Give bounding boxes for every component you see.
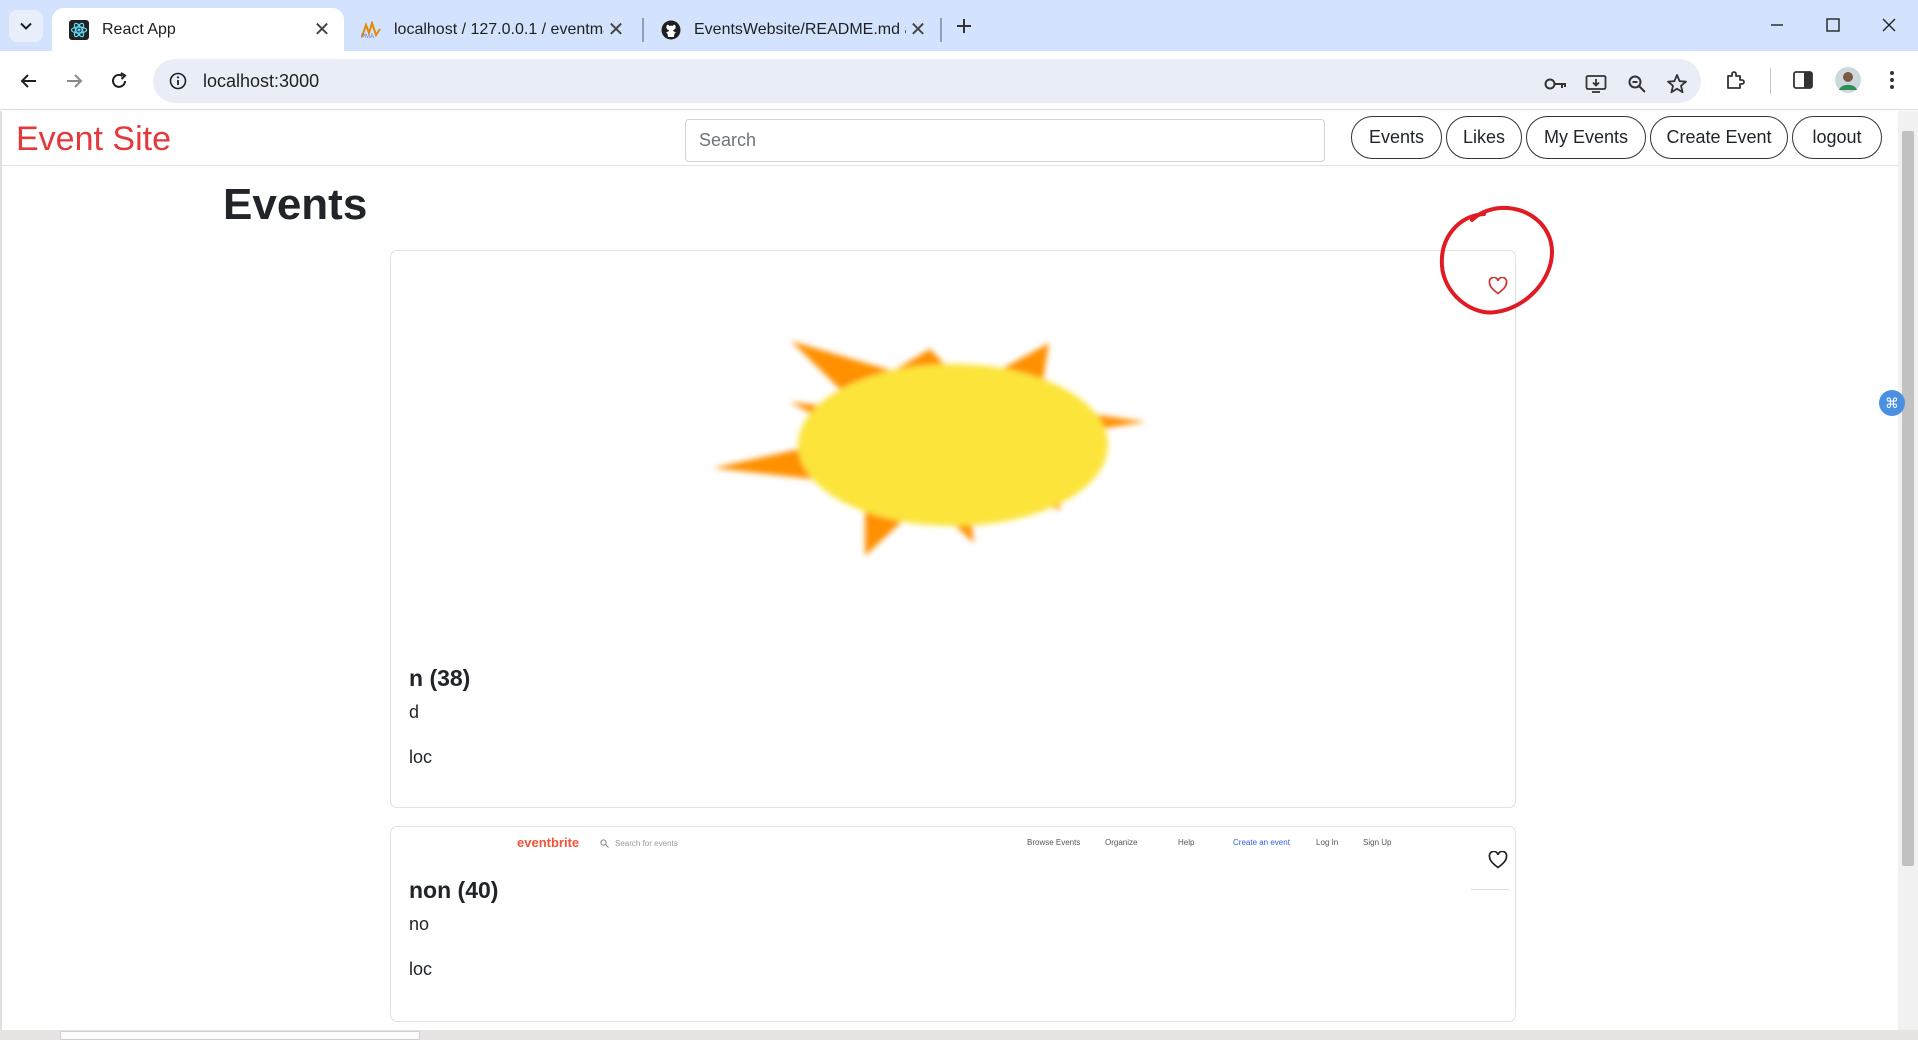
event-card[interactable]: eventbrite Search for events Browse Even… <box>390 826 1516 1022</box>
eventbrite-link: Log In <box>1316 838 1339 847</box>
logout-button[interactable]: logout <box>1792 116 1882 159</box>
like-button[interactable] <box>1483 845 1513 875</box>
eventbrite-link: Help <box>1178 838 1195 847</box>
plus-icon <box>957 19 971 33</box>
password-key-icon[interactable] <box>1542 70 1570 98</box>
tab-title: EventsWebsite/README.md at r <box>694 20 906 38</box>
taskbar-segment <box>60 1031 420 1040</box>
maximize-icon <box>1826 18 1840 32</box>
install-app-icon[interactable] <box>1582 70 1610 98</box>
events-button[interactable]: Events <box>1351 116 1442 159</box>
eventbrite-link: Create an event <box>1233 838 1290 847</box>
event-title: n (38) <box>409 665 471 691</box>
side-panel-icon[interactable] <box>1787 64 1819 96</box>
event-title: non (40) <box>409 877 499 903</box>
new-tab-button[interactable] <box>950 12 978 40</box>
divider <box>1471 889 1509 890</box>
event-description: no <box>409 914 430 934</box>
search-input[interactable] <box>685 119 1325 162</box>
likes-button[interactable]: Likes <box>1446 116 1522 159</box>
browser-titlebar: React App ✕ PMA localhost / 127.0.0.1 / … <box>0 0 1918 51</box>
eventbrite-link: Browse Events <box>1027 838 1081 847</box>
close-icon <box>1882 18 1896 32</box>
chevron-down-icon <box>20 22 32 30</box>
web-page: Event Site Events Likes My Events Create… <box>0 111 1898 1030</box>
event-card[interactable]: n (38) d loc <box>390 250 1516 808</box>
create-event-button[interactable]: Create Event <box>1650 116 1788 159</box>
menu-kebab-icon[interactable] <box>1876 64 1908 96</box>
maximize-button[interactable] <box>1808 8 1858 42</box>
tab-phpmyadmin[interactable]: PMA localhost / 127.0.0.1 / eventmar ✕ <box>344 8 638 51</box>
eventbrite-search-text: Search for events <box>615 839 678 848</box>
close-icon[interactable]: ✕ <box>604 18 628 42</box>
page-scrollbar[interactable] <box>1898 111 1918 1030</box>
reload-button[interactable] <box>102 64 136 98</box>
tab-github[interactable]: EventsWebsite/README.md at r ✕ <box>644 8 940 51</box>
event-location: loc <box>409 959 433 979</box>
annotation-circle <box>1439 205 1555 315</box>
phpmyadmin-icon: PMA <box>360 19 382 41</box>
my-events-button[interactable]: My Events <box>1526 116 1646 159</box>
event-description: d <box>409 702 420 722</box>
app-navbar: Event Site Events Likes My Events Create… <box>2 111 1898 166</box>
profile-avatar[interactable] <box>1832 64 1864 96</box>
tab-search-button[interactable] <box>9 10 43 42</box>
eventbrite-logo: eventbrite <box>517 835 580 850</box>
tab-title: localhost / 127.0.0.1 / eventmar <box>394 20 604 38</box>
bookmark-star-icon[interactable] <box>1663 70 1691 98</box>
tab-react-app[interactable]: React App ✕ <box>52 8 344 51</box>
address-bar[interactable]: localhost:3000 <box>153 59 1701 103</box>
tab-separator <box>940 18 942 42</box>
extension-widget-icon[interactable]: ⌘ <box>1879 390 1905 416</box>
close-window-button[interactable] <box>1864 8 1914 42</box>
search-icon <box>600 839 609 848</box>
page-title: Events <box>223 180 368 229</box>
tab-title: React App <box>102 20 176 38</box>
arrow-right-icon <box>67 74 83 88</box>
scrollbar-thumb[interactable] <box>1902 131 1914 866</box>
toolbar-divider <box>1770 68 1771 94</box>
event-location: loc <box>409 747 433 767</box>
github-icon <box>660 19 682 41</box>
reload-icon <box>112 72 127 88</box>
minimize-icon <box>1771 24 1783 26</box>
extensions-puzzle-icon[interactable] <box>1719 64 1751 96</box>
close-icon[interactable]: ✕ <box>310 18 334 42</box>
heart-icon <box>1488 851 1508 869</box>
sun-image <box>391 251 1515 656</box>
brand-logo[interactable]: Event Site <box>16 120 171 159</box>
taskbar-strip <box>0 1030 1918 1040</box>
zoom-icon[interactable] <box>1623 70 1651 98</box>
back-button[interactable] <box>12 64 46 98</box>
eventbrite-screenshot-image: eventbrite Search for events Browse Even… <box>391 827 1515 867</box>
eventbrite-link: Organize <box>1105 838 1138 847</box>
close-icon[interactable]: ✕ <box>906 18 930 42</box>
eventbrite-link: Sign Up <box>1363 838 1392 847</box>
forward-button[interactable] <box>57 64 91 98</box>
url-text[interactable]: localhost:3000 <box>203 71 319 92</box>
minimize-button[interactable] <box>1752 8 1802 42</box>
react-icon <box>68 19 90 41</box>
site-info-icon[interactable] <box>165 68 191 94</box>
svg-text:PMA: PMA <box>361 34 374 39</box>
arrow-left-icon <box>20 74 36 88</box>
browser-toolbar: localhost:3000 <box>0 51 1918 110</box>
